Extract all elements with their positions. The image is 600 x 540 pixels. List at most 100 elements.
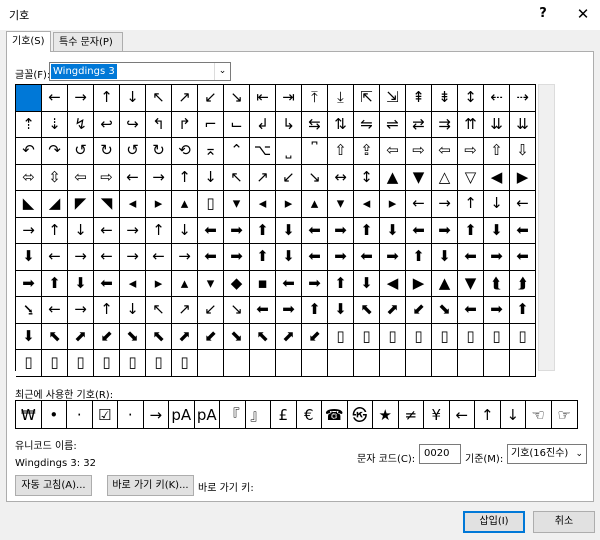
- symbol-cell[interactable]: ▸: [380, 191, 406, 218]
- symbol-cell[interactable]: ▯: [198, 191, 224, 218]
- symbol-cell[interactable]: ↓: [484, 191, 510, 218]
- symbol-cell[interactable]: ▾: [198, 270, 224, 297]
- symbol-cell[interactable]: ⇡: [16, 111, 42, 138]
- chevron-down-icon[interactable]: ⌄: [575, 445, 583, 463]
- symbol-cell[interactable]: →: [68, 244, 94, 271]
- symbol-cell[interactable]: ⬆: [328, 270, 354, 297]
- symbol-cell[interactable]: ⇄: [406, 111, 432, 138]
- symbol-cell[interactable]: ⬅: [198, 244, 224, 271]
- close-icon[interactable]: ✕: [568, 2, 598, 26]
- autocorrect-button[interactable]: 자동 고침(A)...: [15, 475, 92, 496]
- symbol-cell[interactable]: ↘: [224, 85, 250, 112]
- symbol-cell[interactable]: ⇦: [68, 164, 94, 191]
- symbol-cell-selected[interactable]: [16, 85, 42, 112]
- symbol-cell[interactable]: ◂: [354, 191, 380, 218]
- symbol-cell[interactable]: ⇞: [406, 85, 432, 112]
- symbol-cell[interactable]: ▯: [510, 323, 536, 350]
- symbol-cell[interactable]: [276, 350, 302, 377]
- symbol-cell[interactable]: [354, 350, 380, 377]
- symbol-cell[interactable]: ⬅: [302, 217, 328, 244]
- symbol-cell[interactable]: ↩: [94, 111, 120, 138]
- symbol-cell[interactable]: ⌃: [224, 138, 250, 165]
- symbol-cell[interactable]: ▯: [432, 323, 458, 350]
- symbol-cell[interactable]: ◂: [250, 191, 276, 218]
- symbol-cell[interactable]: ⬅: [354, 244, 380, 271]
- symbol-cell[interactable]: ←: [42, 244, 68, 271]
- symbol-cell[interactable]: ⇪: [354, 138, 380, 165]
- symbol-cell[interactable]: ⮭: [510, 270, 536, 297]
- symbol-cell[interactable]: ⬈: [276, 323, 302, 350]
- symbol-cell[interactable]: ↙: [276, 164, 302, 191]
- symbol-cell[interactable]: [484, 350, 510, 377]
- symbol-cell[interactable]: ▴: [302, 191, 328, 218]
- symbol-cell[interactable]: ⬅: [458, 297, 484, 324]
- symbol-cell[interactable]: ⤒: [302, 85, 328, 112]
- symbol-cell[interactable]: ▲: [380, 164, 406, 191]
- symbol-cell[interactable]: ▯: [94, 350, 120, 377]
- symbol-cell[interactable]: ⬊: [120, 323, 146, 350]
- symbol-cell[interactable]: ⬇: [432, 244, 458, 271]
- symbol-cell[interactable]: ↷: [42, 138, 68, 165]
- symbol-cell[interactable]: ⬆: [406, 244, 432, 271]
- symbol-cell[interactable]: ▼: [406, 164, 432, 191]
- symbol-cell[interactable]: ⌥: [250, 138, 276, 165]
- base-select[interactable]: 기호(16진수) ⌄: [507, 444, 587, 464]
- symbol-cell[interactable]: ↺: [120, 138, 146, 165]
- symbol-cell[interactable]: ▯: [484, 323, 510, 350]
- symbol-cell[interactable]: ⬇: [68, 270, 94, 297]
- symbol-cell[interactable]: ↗: [172, 85, 198, 112]
- symbol-cell[interactable]: ⇈: [458, 111, 484, 138]
- symbol-cell[interactable]: ◂: [120, 270, 146, 297]
- symbol-cell[interactable]: ⭸: [16, 297, 42, 324]
- symbol-cell[interactable]: ⬊: [224, 323, 250, 350]
- font-combobox[interactable]: Wingdings 3 ⌄: [49, 62, 231, 81]
- symbol-cell[interactable]: ⇟: [432, 85, 458, 112]
- symbol-cell[interactable]: ⬈: [68, 323, 94, 350]
- symbol-cell[interactable]: ⇠: [484, 85, 510, 112]
- symbol-cell[interactable]: ◀: [484, 164, 510, 191]
- symbol-cell[interactable]: ▶: [406, 270, 432, 297]
- symbol-cell[interactable]: ⇦: [432, 138, 458, 165]
- symbol-cell[interactable]: ▶: [510, 164, 536, 191]
- symbol-cell[interactable]: ⇧: [328, 138, 354, 165]
- symbol-cell[interactable]: ←: [94, 244, 120, 271]
- symbol-cell[interactable]: [432, 350, 458, 377]
- symbol-cell[interactable]: ▯: [380, 323, 406, 350]
- symbol-cell[interactable]: ▼: [458, 270, 484, 297]
- symbol-cell[interactable]: ↳: [276, 111, 302, 138]
- symbol-cell[interactable]: ↪: [120, 111, 146, 138]
- recent-symbol[interactable]: pA: [194, 401, 220, 428]
- symbol-cell[interactable]: ▯: [16, 350, 42, 377]
- symbol-cell[interactable]: ◢: [42, 191, 68, 218]
- symbol-cell[interactable]: ◀: [380, 270, 406, 297]
- symbol-cell[interactable]: ↑: [458, 191, 484, 218]
- symbol-cell[interactable]: ↓: [120, 297, 146, 324]
- symbol-cell[interactable]: ↗: [250, 164, 276, 191]
- symbol-cell[interactable]: ⇦: [380, 138, 406, 165]
- recent-symbol[interactable]: ☑: [92, 401, 118, 428]
- symbol-cell[interactable]: ↻: [94, 138, 120, 165]
- symbol-cell[interactable]: →: [68, 297, 94, 324]
- symbol-cell[interactable]: ↰: [146, 111, 172, 138]
- symbol-cell[interactable]: ⬆: [42, 270, 68, 297]
- symbol-cell[interactable]: ⬅: [510, 244, 536, 271]
- insert-button[interactable]: 삽입(I): [463, 511, 525, 533]
- symbol-cell[interactable]: ➡: [276, 297, 302, 324]
- symbol-cell[interactable]: ↲: [250, 111, 276, 138]
- symbol-cell[interactable]: ⇤: [250, 85, 276, 112]
- symbol-cell[interactable]: ↺: [68, 138, 94, 165]
- recent-symbol[interactable]: pA: [169, 401, 195, 428]
- symbol-cell[interactable]: ◤: [68, 191, 94, 218]
- recent-symbol[interactable]: 』: [245, 401, 271, 428]
- recent-symbol[interactable]: ≠: [398, 401, 424, 428]
- char-code-input[interactable]: 0020: [419, 444, 461, 464]
- symbol-cell[interactable]: [458, 350, 484, 377]
- symbol-cell[interactable]: ↑: [42, 217, 68, 244]
- symbol-cell[interactable]: ⬋: [198, 323, 224, 350]
- symbol-cell[interactable]: ⬆: [250, 217, 276, 244]
- symbol-cell[interactable]: [406, 350, 432, 377]
- symbol-cell[interactable]: ⇩: [510, 138, 536, 165]
- symbol-cell[interactable]: ⇅: [328, 111, 354, 138]
- symbol-cell[interactable]: ⇳: [42, 164, 68, 191]
- symbol-cell[interactable]: ⬊: [432, 297, 458, 324]
